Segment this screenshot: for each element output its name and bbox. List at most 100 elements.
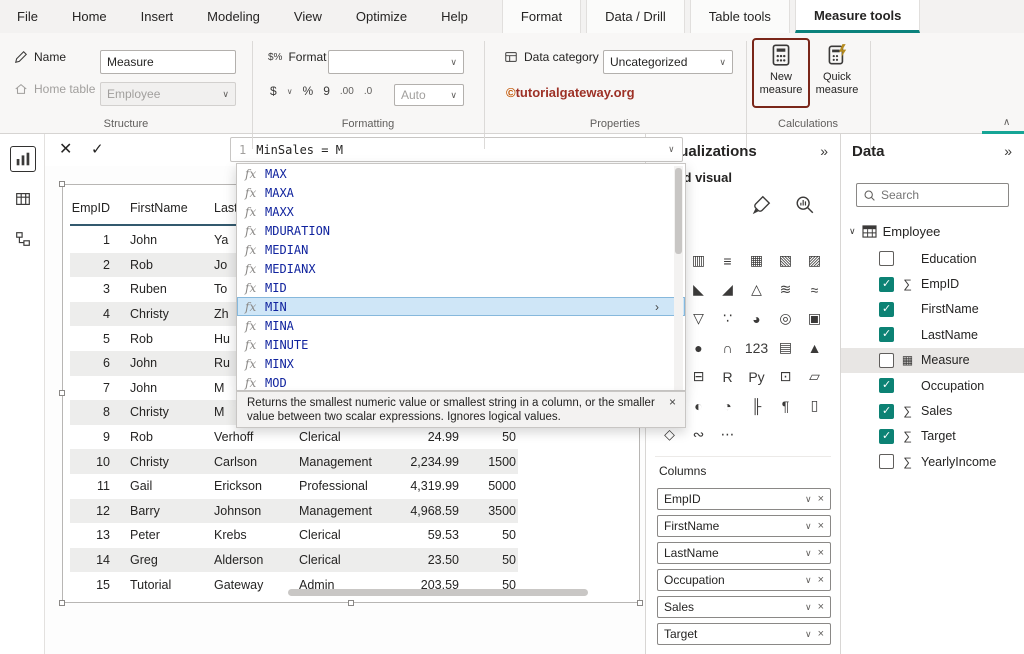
- remove-field-icon[interactable]: ×: [818, 601, 824, 613]
- field-well[interactable]: Sales ∨ ×: [657, 596, 831, 618]
- chevron-down-icon[interactable]: ∨: [849, 226, 856, 237]
- field-row[interactable]: Education: [841, 246, 1024, 271]
- chevron-down-icon[interactable]: ∨: [799, 548, 818, 559]
- donut-chart-icon[interactable]: ◎: [771, 304, 800, 333]
- remove-field-icon[interactable]: ×: [818, 493, 824, 505]
- paginated-report-icon[interactable]: ▱: [800, 362, 829, 391]
- autocomplete-item[interactable]: fx MID ›: [237, 278, 685, 297]
- line-and-stacked-column-chart-icon[interactable]: △: [742, 275, 771, 304]
- line-and-clustered-column-chart-icon[interactable]: ≋: [771, 275, 800, 304]
- autocomplete-item[interactable]: fx MINUTE ›: [237, 335, 685, 354]
- chevron-down-icon[interactable]: ∨: [799, 629, 818, 640]
- remove-field-icon[interactable]: ×: [818, 520, 824, 532]
- python-visual-icon[interactable]: Py: [742, 362, 771, 391]
- field-checkbox[interactable]: [879, 277, 894, 292]
- field-row[interactable]: ∑ EmpID: [841, 271, 1024, 296]
- autocomplete-item[interactable]: fx MINA ›: [237, 316, 685, 335]
- cancel-formula-icon[interactable]: ✕: [59, 140, 72, 160]
- collapse-data-panel-icon[interactable]: »: [1004, 143, 1012, 159]
- commit-formula-icon[interactable]: ✓: [91, 140, 104, 160]
- model-view-button[interactable]: [10, 226, 36, 252]
- tab-help[interactable]: Help: [424, 0, 485, 33]
- field-row[interactable]: ▦ Measure: [841, 348, 1024, 373]
- chevron-down-icon[interactable]: ∨: [799, 602, 818, 613]
- slicer-icon[interactable]: ▯: [800, 391, 829, 420]
- search-input[interactable]: [881, 188, 991, 202]
- tab-modeling[interactable]: Modeling: [190, 0, 277, 33]
- stacked-column-chart-icon[interactable]: ▥: [684, 246, 713, 275]
- key-influencers-icon[interactable]: ◐: [684, 391, 713, 420]
- field-row[interactable]: LastName: [841, 322, 1024, 347]
- area-chart-icon[interactable]: ◣: [684, 275, 713, 304]
- resize-handle[interactable]: [348, 600, 354, 606]
- field-row[interactable]: ∑ YearlyIncome: [841, 449, 1024, 474]
- resize-handle[interactable]: [637, 600, 643, 606]
- multi-row-card-icon[interactable]: ▤: [771, 333, 800, 362]
- analytics-icon[interactable]: [794, 194, 816, 216]
- decomposition-tree-icon[interactable]: ╟: [742, 391, 771, 420]
- autocomplete-item[interactable]: fx MAXA ›: [237, 183, 685, 202]
- field-search[interactable]: [856, 183, 1009, 207]
- tab-file[interactable]: File: [0, 0, 55, 33]
- increase-decimal-icon[interactable]: .00: [336, 86, 358, 97]
- field-row[interactable]: FirstName: [841, 297, 1024, 322]
- clustered-column-chart-icon[interactable]: ▦: [742, 246, 771, 275]
- decrease-decimal-icon[interactable]: .0: [360, 86, 376, 97]
- field-row[interactable]: ∑ Sales: [841, 398, 1024, 423]
- autocomplete-item[interactable]: fx MAXX ›: [237, 202, 685, 221]
- remove-field-icon[interactable]: ×: [818, 574, 824, 586]
- matrix-icon[interactable]: ⊟: [684, 362, 713, 391]
- tab-table-tools[interactable]: Table tools: [690, 0, 790, 33]
- tab-view[interactable]: View: [277, 0, 339, 33]
- currency-button[interactable]: $: [266, 84, 281, 98]
- resize-handle[interactable]: [59, 181, 65, 187]
- autocomplete-item[interactable]: fx MIN ›: [237, 297, 685, 316]
- autocomplete-item[interactable]: fx MAX ›: [237, 164, 685, 183]
- field-checkbox[interactable]: [879, 327, 894, 342]
- autocomplete-item[interactable]: fx MOD ›: [237, 373, 685, 392]
- field-checkbox[interactable]: [879, 302, 894, 317]
- close-tooltip-icon[interactable]: ×: [669, 395, 676, 409]
- chevron-down-icon[interactable]: ∨: [799, 575, 818, 586]
- hundred-percent-stacked-column-chart-icon[interactable]: ▨: [800, 246, 829, 275]
- pie-chart-icon[interactable]: ◕: [742, 304, 771, 333]
- field-checkbox[interactable]: [879, 404, 894, 419]
- table-column-header[interactable]: EmpID: [70, 201, 120, 215]
- report-view-button[interactable]: [10, 146, 36, 172]
- field-checkbox[interactable]: [879, 251, 894, 266]
- collapse-visualizations-icon[interactable]: »: [820, 143, 828, 159]
- funnel-chart-icon[interactable]: ▽: [684, 304, 713, 333]
- power-apps-visual-icon[interactable]: ⊡: [771, 362, 800, 391]
- formula-input[interactable]: 1 MinSales = M ∨: [230, 137, 683, 162]
- autocomplete-item[interactable]: fx MEDIAN ›: [237, 240, 685, 259]
- remove-field-icon[interactable]: ×: [818, 628, 824, 640]
- autocomplete-scrollbar[interactable]: [675, 168, 682, 254]
- ribbon-chart-icon[interactable]: ≈: [800, 275, 829, 304]
- more-visual-options-icon[interactable]: ⋯: [713, 420, 742, 449]
- card-icon[interactable]: 123: [742, 333, 771, 362]
- percent-button[interactable]: %: [299, 84, 318, 98]
- decimal-places-dropdown[interactable]: Auto ∨: [394, 84, 464, 106]
- field-checkbox[interactable]: [879, 429, 894, 444]
- treemap-icon[interactable]: ▣: [800, 304, 829, 333]
- format-visual-icon[interactable]: [750, 194, 772, 216]
- tab-data-drill[interactable]: Data / Drill: [586, 0, 685, 33]
- data-category-dropdown[interactable]: Uncategorized ∨: [603, 50, 733, 74]
- hundred-percent-stacked-bar-chart-icon[interactable]: ▧: [771, 246, 800, 275]
- r-script-visual-icon[interactable]: R: [713, 362, 742, 391]
- field-checkbox[interactable]: [879, 454, 894, 469]
- filled-map-icon[interactable]: ●: [684, 333, 713, 362]
- remove-field-icon[interactable]: ×: [818, 547, 824, 559]
- collapse-ribbon-icon[interactable]: ∧: [1003, 117, 1010, 128]
- table-tree-item-employee[interactable]: ∨ Employee: [849, 219, 940, 243]
- tab-optimize[interactable]: Optimize: [339, 0, 424, 33]
- table-column-header[interactable]: FirstName: [120, 201, 212, 215]
- field-row[interactable]: Occupation: [841, 373, 1024, 398]
- field-well[interactable]: LastName ∨ ×: [657, 542, 831, 564]
- tab-measure-tools[interactable]: Measure tools: [795, 0, 920, 33]
- resize-handle[interactable]: [59, 390, 65, 396]
- thousands-separator-button[interactable]: 9: [319, 84, 334, 98]
- home-table-dropdown[interactable]: Employee ∨: [100, 82, 236, 106]
- measure-name-input[interactable]: Measure: [100, 50, 236, 74]
- field-checkbox[interactable]: [879, 353, 894, 368]
